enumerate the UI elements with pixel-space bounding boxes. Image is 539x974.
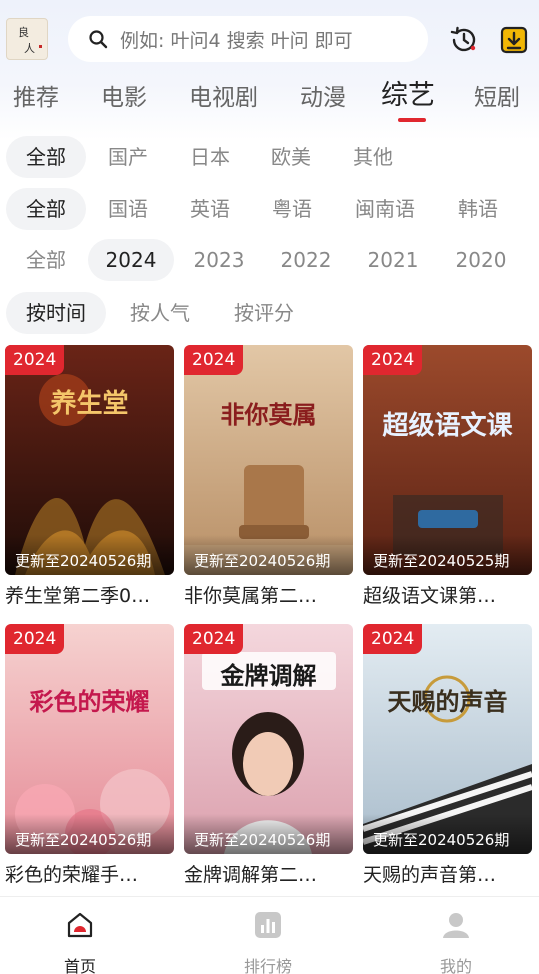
update-status: 更新至20240526期 bbox=[15, 552, 152, 570]
language-option[interactable]: 英语 bbox=[170, 188, 250, 230]
year-badge: 2024 bbox=[5, 624, 65, 654]
show-poster[interactable]: 金牌调解 2024 更新至20240526期 bbox=[184, 624, 353, 854]
show-card[interactable]: 超级语文课 2024 更新至20240525期 超级语文课第… bbox=[363, 345, 532, 608]
svg-text:良: 良 bbox=[18, 25, 29, 39]
poster-title: 彩色的荣耀 bbox=[29, 688, 150, 716]
region-option[interactable]: 日本 bbox=[170, 136, 250, 178]
poster-title: 超级语文课 bbox=[382, 411, 513, 441]
tab-movie[interactable]: 电影 bbox=[101, 78, 147, 118]
show-poster[interactable]: 非你莫属 2024 更新至20240526期 bbox=[184, 345, 353, 575]
filter-region: 全部 国产 日本 欧美 其他 bbox=[0, 136, 539, 178]
year-badge: 2024 bbox=[363, 345, 423, 375]
sort-option[interactable]: 按时间 bbox=[6, 292, 106, 334]
show-title[interactable]: 超级语文课第… bbox=[363, 581, 532, 608]
search-bar[interactable]: 例如: 叶问4 搜索 叶问 即可 bbox=[68, 16, 428, 62]
user-icon bbox=[443, 913, 469, 938]
language-option[interactable]: 国语 bbox=[88, 188, 168, 230]
year-option[interactable]: 2020 bbox=[438, 239, 524, 281]
chart-icon bbox=[255, 912, 281, 938]
logo-icon: 良 人 bbox=[18, 25, 42, 55]
year-option[interactable]: 全部 bbox=[6, 239, 86, 281]
nav-home[interactable]: 首页 bbox=[20, 909, 140, 974]
tab-short-drama[interactable]: 短剧 bbox=[474, 78, 520, 118]
poster-title: 金牌调解 bbox=[220, 662, 317, 690]
show-title[interactable]: 金牌调解第二… bbox=[184, 860, 353, 887]
show-poster[interactable]: 养生堂 2024 更新至20240526期 bbox=[5, 345, 174, 575]
header: 良 人 例如: 叶问4 搜索 叶问 即可 bbox=[0, 14, 539, 66]
year-option[interactable]: 2021 bbox=[350, 239, 436, 281]
show-poster[interactable]: 天赐的声音 2024 更新至20240526期 bbox=[363, 624, 532, 854]
show-card[interactable]: 彩色的荣耀 2024 更新至20240526期 彩色的荣耀手… bbox=[5, 624, 174, 887]
nav-label: 首页 bbox=[63, 957, 96, 974]
sort-option[interactable]: 按人气 bbox=[110, 292, 210, 334]
year-option[interactable]: 2024 bbox=[88, 239, 174, 281]
year-badge: 2024 bbox=[184, 345, 244, 375]
filter-language: 全部 国语 英语 粤语 闽南语 韩语 bbox=[0, 188, 539, 230]
region-option[interactable]: 其他 bbox=[333, 136, 413, 178]
year-badge: 2024 bbox=[363, 624, 423, 654]
update-status: 更新至20240526期 bbox=[373, 831, 510, 849]
category-tabs: 推荐 电影 电视剧 动漫 综艺 短剧 bbox=[0, 78, 539, 122]
bottom-navigation: 首页 排行榜 我的 bbox=[0, 896, 539, 974]
nav-label: 排行榜 bbox=[243, 957, 292, 974]
update-status: 更新至20240526期 bbox=[194, 552, 331, 570]
tab-recommend[interactable]: 推荐 bbox=[13, 78, 59, 118]
show-card[interactable]: 金牌调解 2024 更新至20240526期 金牌调解第二… bbox=[184, 624, 353, 887]
search-placeholder: 例如: 叶问4 搜索 叶问 即可 bbox=[120, 29, 353, 52]
language-option[interactable]: 全部 bbox=[6, 188, 86, 230]
nav-ranking[interactable]: 排行榜 bbox=[208, 909, 328, 974]
poster-title: 非你莫属 bbox=[220, 401, 317, 429]
tab-anime[interactable]: 动漫 bbox=[300, 78, 346, 118]
svg-text:人: 人 bbox=[24, 42, 35, 55]
show-card[interactable]: 天赐的声音 2024 更新至20240526期 天赐的声音第… bbox=[363, 624, 532, 887]
app-logo[interactable]: 良 人 bbox=[6, 18, 48, 60]
year-option[interactable]: 2023 bbox=[176, 239, 262, 281]
nav-profile[interactable]: 我的 bbox=[396, 909, 516, 974]
show-title[interactable]: 天赐的声音第… bbox=[363, 860, 532, 887]
language-option[interactable]: 韩语 bbox=[438, 188, 518, 230]
tab-tv-series[interactable]: 电视剧 bbox=[189, 78, 258, 118]
year-badge: 2024 bbox=[184, 624, 244, 654]
region-option[interactable]: 全部 bbox=[6, 136, 86, 178]
show-title[interactable]: 彩色的荣耀手… bbox=[5, 860, 174, 887]
show-title[interactable]: 养生堂第二季0… bbox=[5, 581, 174, 608]
poster-title: 养生堂 bbox=[50, 389, 129, 419]
filter-year: 全部 2024 2023 2022 2021 2020 bbox=[0, 239, 539, 281]
region-option[interactable]: 欧美 bbox=[251, 136, 331, 178]
download-icon bbox=[500, 26, 528, 54]
update-status: 更新至20240526期 bbox=[15, 831, 152, 849]
history-icon bbox=[450, 26, 476, 52]
poster-title: 天赐的声音 bbox=[387, 688, 508, 716]
filter-sort: 按时间 按人气 按评分 bbox=[0, 292, 539, 334]
year-option[interactable]: 2022 bbox=[263, 239, 349, 281]
history-button[interactable] bbox=[448, 24, 480, 56]
show-card[interactable]: 养生堂 2024 更新至20240526期 养生堂第二季0… bbox=[5, 345, 174, 608]
update-status: 更新至20240526期 bbox=[194, 831, 331, 849]
update-status: 更新至20240525期 bbox=[373, 552, 510, 570]
nav-label: 我的 bbox=[439, 957, 472, 974]
year-badge: 2024 bbox=[5, 345, 65, 375]
home-icon bbox=[67, 912, 93, 938]
active-tab-indicator bbox=[398, 118, 426, 122]
tab-variety[interactable]: 综艺 bbox=[381, 76, 435, 116]
search-icon bbox=[89, 30, 108, 49]
language-option[interactable]: 粤语 bbox=[252, 188, 332, 230]
region-option[interactable]: 国产 bbox=[88, 136, 168, 178]
sort-option[interactable]: 按评分 bbox=[214, 292, 314, 334]
download-button[interactable] bbox=[498, 24, 530, 56]
show-title[interactable]: 非你莫属第二… bbox=[184, 581, 353, 608]
show-poster[interactable]: 彩色的荣耀 2024 更新至20240526期 bbox=[5, 624, 174, 854]
show-card[interactable]: 非你莫属 2024 更新至20240526期 非你莫属第二… bbox=[184, 345, 353, 608]
language-option[interactable]: 闽南语 bbox=[340, 188, 430, 230]
show-poster[interactable]: 超级语文课 2024 更新至20240525期 bbox=[363, 345, 532, 575]
